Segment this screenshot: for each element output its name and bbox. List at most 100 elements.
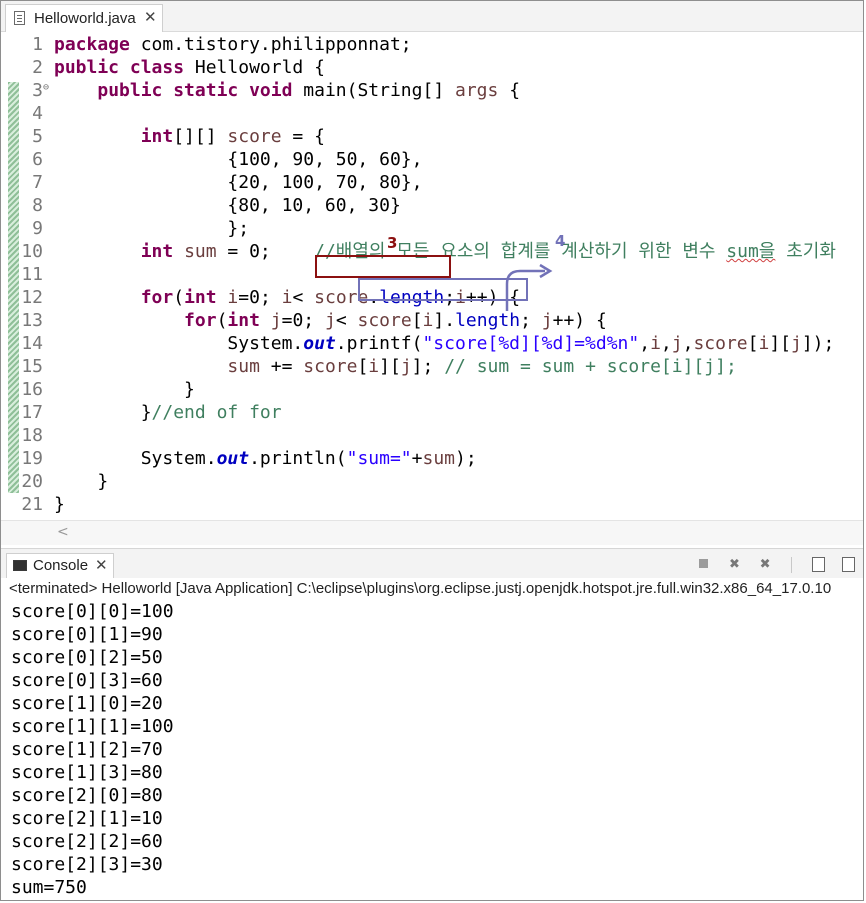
code-line[interactable]: 4	[1, 102, 861, 125]
line-number: 1	[32, 34, 43, 55]
console-output-line: score[2][1]=10	[11, 808, 163, 829]
code-line[interactable]: 21}	[1, 493, 861, 516]
code-line[interactable]: 13 for(int j=0; j< score[i].length; j++)…	[1, 309, 861, 332]
code-text: };	[54, 217, 249, 240]
console-tab-bar: Console ✕ ✖ ✖	[1, 548, 863, 579]
tab-console[interactable]: Console ✕	[6, 553, 114, 579]
code-token: {80, 10, 60, 30}	[54, 195, 401, 216]
code-text: {100, 90, 50, 60},	[54, 148, 422, 171]
code-token: sum	[227, 356, 260, 377]
code-line[interactable]: 7 {20, 100, 70, 80},	[1, 171, 861, 194]
console-output-line: sum=750	[11, 877, 87, 898]
line-number: 20	[21, 471, 43, 492]
line-number: 16	[21, 379, 43, 400]
fold-icon[interactable]: ⊖	[43, 76, 49, 99]
code-line[interactable]: 15 sum += score[i][j]; // sum = sum + sc…	[1, 355, 861, 378]
editor-horizontal-scrollbar[interactable]: <	[1, 520, 863, 545]
code-token: j	[791, 333, 802, 354]
code-token: i	[281, 287, 293, 308]
code-line[interactable]: 17 }//end of for	[1, 401, 861, 424]
line-number: 5	[32, 126, 43, 147]
code-line[interactable]: 2 public class Helloworld {	[1, 56, 861, 79]
line-number: 11	[21, 264, 43, 285]
code-token: );	[455, 448, 477, 469]
code-token: Helloworld {	[184, 57, 325, 78]
code-token: j	[270, 310, 282, 331]
line-number: 14	[21, 333, 43, 354]
tab-helloworld-java[interactable]: Helloworld.java ✕	[5, 4, 163, 32]
code-line[interactable]: 1 package com.tistory.philipponnat;	[1, 33, 861, 56]
code-token: for	[140, 287, 174, 308]
code-token: i	[758, 333, 770, 354]
code-line[interactable]: 8 {80, 10, 60, 30}	[1, 194, 861, 217]
console-output-line: score[0][0]=100	[11, 601, 174, 622]
console-output-line: score[0][2]=50	[11, 647, 163, 668]
close-icon[interactable]: ✕	[144, 8, 157, 26]
code-token: public class	[54, 57, 185, 78]
code-token: ]);	[801, 333, 835, 354]
code-token: int	[140, 241, 174, 262]
scroll-lock-icon[interactable]	[812, 557, 826, 572]
code-text: }	[54, 493, 65, 516]
pin-icon[interactable]	[842, 557, 855, 572]
scroll-left-icon[interactable]: <	[57, 524, 69, 540]
tab-label: Helloworld.java	[34, 10, 136, 27]
code-line[interactable]: 19 System.out.println("sum="+sum);	[1, 447, 861, 470]
line-number: 18	[21, 425, 43, 446]
line-number: 2	[32, 57, 43, 78]
code-token: ][	[769, 333, 791, 354]
code-token: main(String[]	[292, 80, 455, 101]
console-output[interactable]: score[0][0]=100 score[0][1]=90 score[0][2]…	[11, 600, 861, 899]
code-token: public static void	[97, 80, 293, 101]
code-token: i	[422, 310, 434, 331]
code-line[interactable]: 6 {100, 90, 50, 60},	[1, 148, 861, 171]
code-line[interactable]: 16 }	[1, 378, 861, 401]
code-token: i	[227, 287, 239, 308]
code-line[interactable]: 9 };	[1, 217, 861, 240]
code-token: =0;	[238, 287, 282, 308]
code-token: {20, 100, 70, 80},	[54, 172, 423, 193]
code-token: [	[747, 333, 759, 354]
code-token: = {	[281, 126, 325, 147]
code-line[interactable]: 20 }	[1, 470, 861, 493]
code-text: sum += score[i][j]; // sum = sum + score…	[54, 355, 737, 378]
remove-launch-icon[interactable]: ✖	[726, 557, 742, 573]
code-token: // sum = sum + score[i][j];	[444, 356, 737, 377]
code-text: }//end of for	[54, 401, 282, 424]
code-token: ];	[411, 356, 445, 377]
code-token: {100, 90, 50, 60},	[54, 149, 423, 170]
code-line[interactable]: 14 System.out.printf("score[%d][%d]=%d%n…	[1, 332, 861, 355]
code-text: {20, 100, 70, 80},	[54, 171, 422, 194]
code-token: +=	[259, 356, 304, 377]
code-line[interactable]: 18	[1, 424, 861, 447]
code-line[interactable]: 3 ⊖ public static void main(String[] args…	[1, 79, 861, 102]
console-icon	[13, 560, 27, 571]
console-output-line: score[2][3]=30	[11, 854, 163, 875]
code-text: package com.tistory.philipponnat;	[54, 33, 412, 56]
console-status-line: <terminated> Helloworld [Java Applicatio…	[1, 578, 863, 600]
code-token: <	[292, 287, 315, 308]
console-output-line: score[1][3]=80	[11, 762, 163, 783]
line-number: 4	[32, 103, 43, 124]
code-line[interactable]: 5 int[][] score = {	[1, 125, 861, 148]
code-token: [	[357, 356, 369, 377]
close-icon[interactable]: ✕	[95, 556, 108, 574]
code-token: ,	[639, 333, 651, 354]
console-output-line: score[2][2]=60	[11, 831, 163, 852]
code-token: 초기화	[775, 241, 836, 262]
java-file-icon	[14, 11, 25, 25]
code-token: ].	[433, 310, 456, 331]
code-text: }	[54, 470, 108, 493]
code-token: ,	[682, 333, 694, 354]
terminate-icon[interactable]	[696, 557, 712, 573]
code-token: score	[303, 356, 358, 377]
remove-all-icon[interactable]: ✖	[757, 557, 773, 573]
code-token: score	[227, 126, 282, 147]
code-token: "score[%d][%d]=%d%n"	[422, 333, 640, 354]
